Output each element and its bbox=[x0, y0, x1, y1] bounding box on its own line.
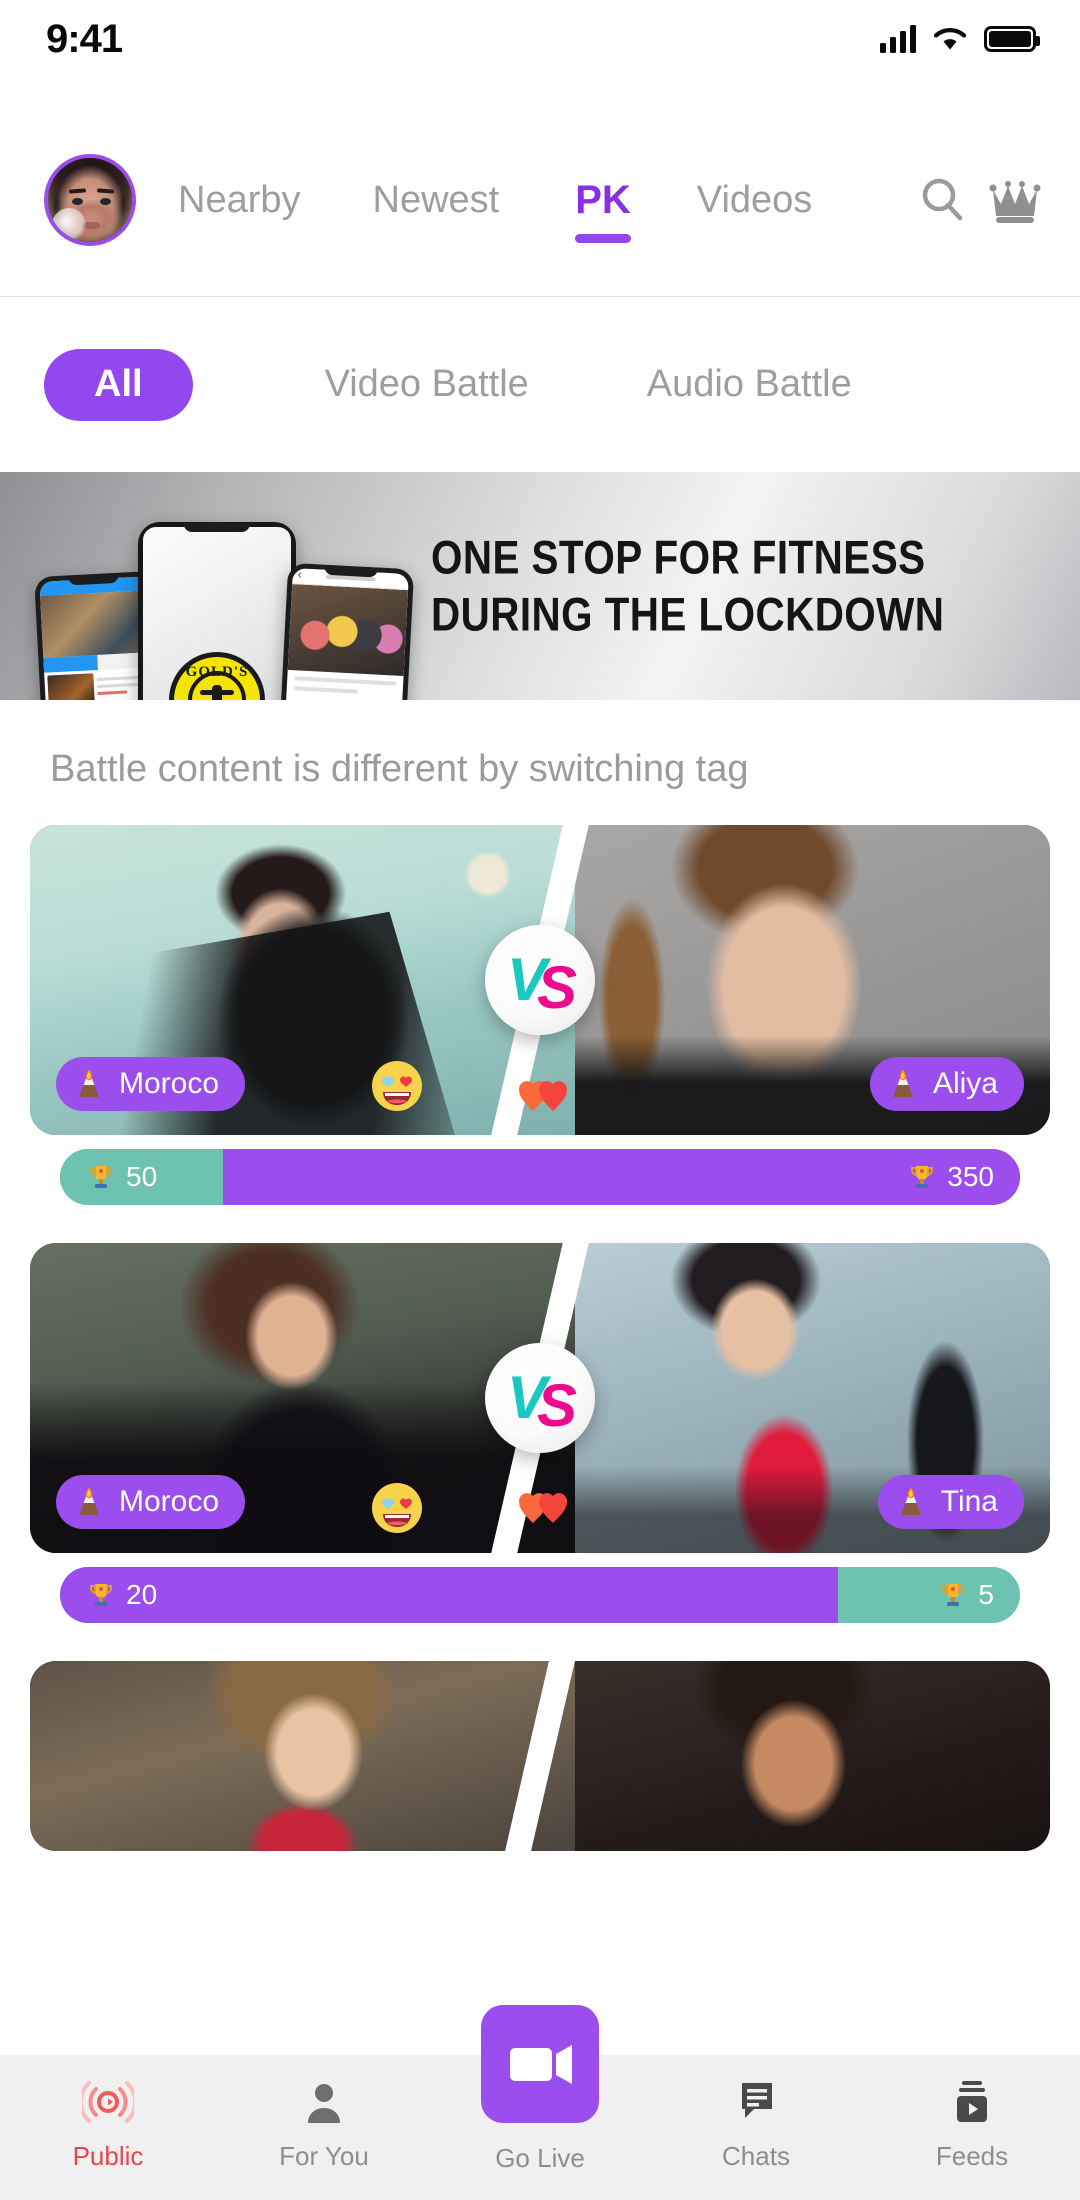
bottom-nav-label-public: Public bbox=[72, 2141, 144, 2171]
battle-filter-tabs: All Video Battle Audio Battle bbox=[0, 297, 1080, 472]
battle-card-media[interactable]: VS Moroco Tina bbox=[30, 1243, 1050, 1553]
banner-headline-line1: ONE STOP FOR FITNESS bbox=[431, 530, 926, 584]
active-tab-underline bbox=[575, 233, 631, 243]
filter-pill-audio-battle[interactable]: Audio Battle bbox=[597, 349, 902, 421]
battle-card-media[interactable]: VS Moroco Aliya bbox=[30, 825, 1050, 1135]
battle-left-nametag[interactable]: Moroco bbox=[56, 1057, 246, 1111]
bottom-nav-label-chats: Chats bbox=[722, 2141, 790, 2171]
bottom-nav-label-for-you: For You bbox=[279, 2141, 369, 2171]
nav-item-nearby[interactable]: Nearby bbox=[178, 179, 301, 222]
status-bar: 9:41 bbox=[0, 0, 1080, 78]
battle-right-nametag[interactable]: Tina bbox=[877, 1475, 1024, 1529]
bottom-nav-item-public[interactable]: Public bbox=[0, 2077, 216, 2172]
header-icons bbox=[912, 169, 1046, 231]
heart-eyes-emoji[interactable] bbox=[370, 1059, 424, 1113]
score-segment-left: 20 bbox=[60, 1567, 838, 1623]
battle-card[interactable]: VS Moroco Tina 20 5 bbox=[0, 1243, 1080, 1623]
wifi-icon bbox=[932, 25, 968, 53]
battle-score-bar: 50 350 bbox=[60, 1149, 1020, 1205]
volcano-icon bbox=[900, 1487, 921, 1515]
avatar[interactable] bbox=[44, 154, 136, 246]
volcano-icon bbox=[79, 1487, 99, 1515]
score-left-value: 20 bbox=[60, 1579, 157, 1611]
score-segment-right: 350 bbox=[223, 1149, 1020, 1205]
trophy-icon bbox=[90, 1166, 112, 1188]
golds-gym-logo-text: GOLD'S bbox=[185, 664, 249, 680]
nav-item-pk[interactable]: PK bbox=[575, 177, 631, 243]
section-label: Battle content is different by switching… bbox=[50, 748, 749, 790]
person-icon bbox=[301, 2077, 347, 2127]
battle-card[interactable] bbox=[0, 1661, 1080, 1851]
broadcast-icon bbox=[82, 2077, 134, 2127]
status-time: 9:41 bbox=[46, 16, 123, 61]
battle-left-name: Moroco bbox=[119, 1067, 220, 1100]
bottom-nav-item-for-you[interactable]: For You bbox=[216, 2077, 432, 2172]
score-right-value: 350 bbox=[907, 1161, 1020, 1193]
chat-bubble-icon bbox=[732, 2077, 780, 2127]
video-camera-icon bbox=[510, 2045, 572, 2084]
nav-item-newest[interactable]: Newest bbox=[373, 179, 500, 222]
nav-item-pk-label: PK bbox=[575, 177, 631, 222]
status-indicators bbox=[880, 25, 1040, 53]
promo-banner[interactable]: GOLD'S ONE STOP FOR FITNESS DURING THE L… bbox=[0, 472, 1080, 700]
top-navigation-bar: Nearby Newest PK Videos bbox=[0, 78, 1080, 297]
bottom-nav-item-chats[interactable]: Chats bbox=[648, 2077, 864, 2172]
double-hearts-icon[interactable] bbox=[517, 1063, 573, 1115]
crown-icon[interactable] bbox=[984, 169, 1046, 231]
trophy-icon bbox=[90, 1584, 112, 1606]
score-segment-left: 50 bbox=[60, 1149, 224, 1205]
volcano-icon bbox=[892, 1069, 913, 1097]
bottom-nav-label-feeds: Feeds bbox=[935, 2141, 1009, 2171]
battle-card[interactable]: VS Moroco Aliya 50 350 bbox=[0, 825, 1080, 1205]
banner-phone-center: GOLD'S bbox=[138, 522, 296, 700]
heart-eyes-emoji[interactable] bbox=[370, 1481, 424, 1535]
bottom-nav-label-go-live: Go Live bbox=[495, 2143, 585, 2173]
nav-item-videos[interactable]: Videos bbox=[697, 179, 813, 222]
battery-full-icon bbox=[984, 26, 1040, 52]
bottom-nav-item-feeds[interactable]: Feeds bbox=[864, 2077, 1080, 2172]
banner-headline-line2: DURING THE LOCKDOWN bbox=[431, 588, 945, 641]
nav-items: Nearby Newest PK Videos bbox=[178, 177, 912, 243]
vs-badge-s: S bbox=[537, 954, 577, 1021]
vs-badge: VS bbox=[485, 925, 595, 1035]
feed-play-icon bbox=[950, 2077, 994, 2127]
battle-card-media[interactable] bbox=[30, 1661, 1050, 1851]
search-icon[interactable] bbox=[912, 169, 974, 231]
battle-left-nametag[interactable]: Moroco bbox=[56, 1475, 246, 1529]
cellular-signal-icon bbox=[880, 25, 916, 53]
battle-score-bar: 20 5 bbox=[60, 1567, 1020, 1623]
go-live-button[interactable] bbox=[481, 2005, 599, 2123]
trophy-icon bbox=[942, 1584, 965, 1606]
trophy-icon bbox=[911, 1166, 934, 1188]
banner-phones-graphic: GOLD'S bbox=[34, 522, 438, 700]
banner-phone-right bbox=[279, 562, 415, 700]
double-hearts-icon[interactable] bbox=[517, 1475, 573, 1527]
score-left-value: 50 bbox=[60, 1161, 157, 1193]
battle-right-name: Tina bbox=[940, 1485, 998, 1518]
battle-right-name: Aliya bbox=[932, 1067, 998, 1100]
vs-badge: VS bbox=[485, 1343, 595, 1453]
battle-right-side[interactable] bbox=[574, 1661, 1050, 1851]
filter-pill-all[interactable]: All bbox=[44, 348, 193, 421]
score-right-value: 5 bbox=[938, 1579, 1020, 1611]
banner-headline: ONE STOP FOR FITNESS DURING THE LOCKDOWN bbox=[431, 529, 1028, 644]
volcano-icon bbox=[79, 1069, 99, 1097]
filter-pill-video-battle[interactable]: Video Battle bbox=[275, 349, 579, 421]
battle-left-side[interactable] bbox=[30, 1661, 575, 1851]
battle-right-nametag[interactable]: Aliya bbox=[869, 1057, 1024, 1111]
score-segment-right: 5 bbox=[837, 1567, 1020, 1623]
battle-left-name: Moroco bbox=[119, 1485, 220, 1518]
vs-badge-s: S bbox=[537, 1372, 577, 1439]
